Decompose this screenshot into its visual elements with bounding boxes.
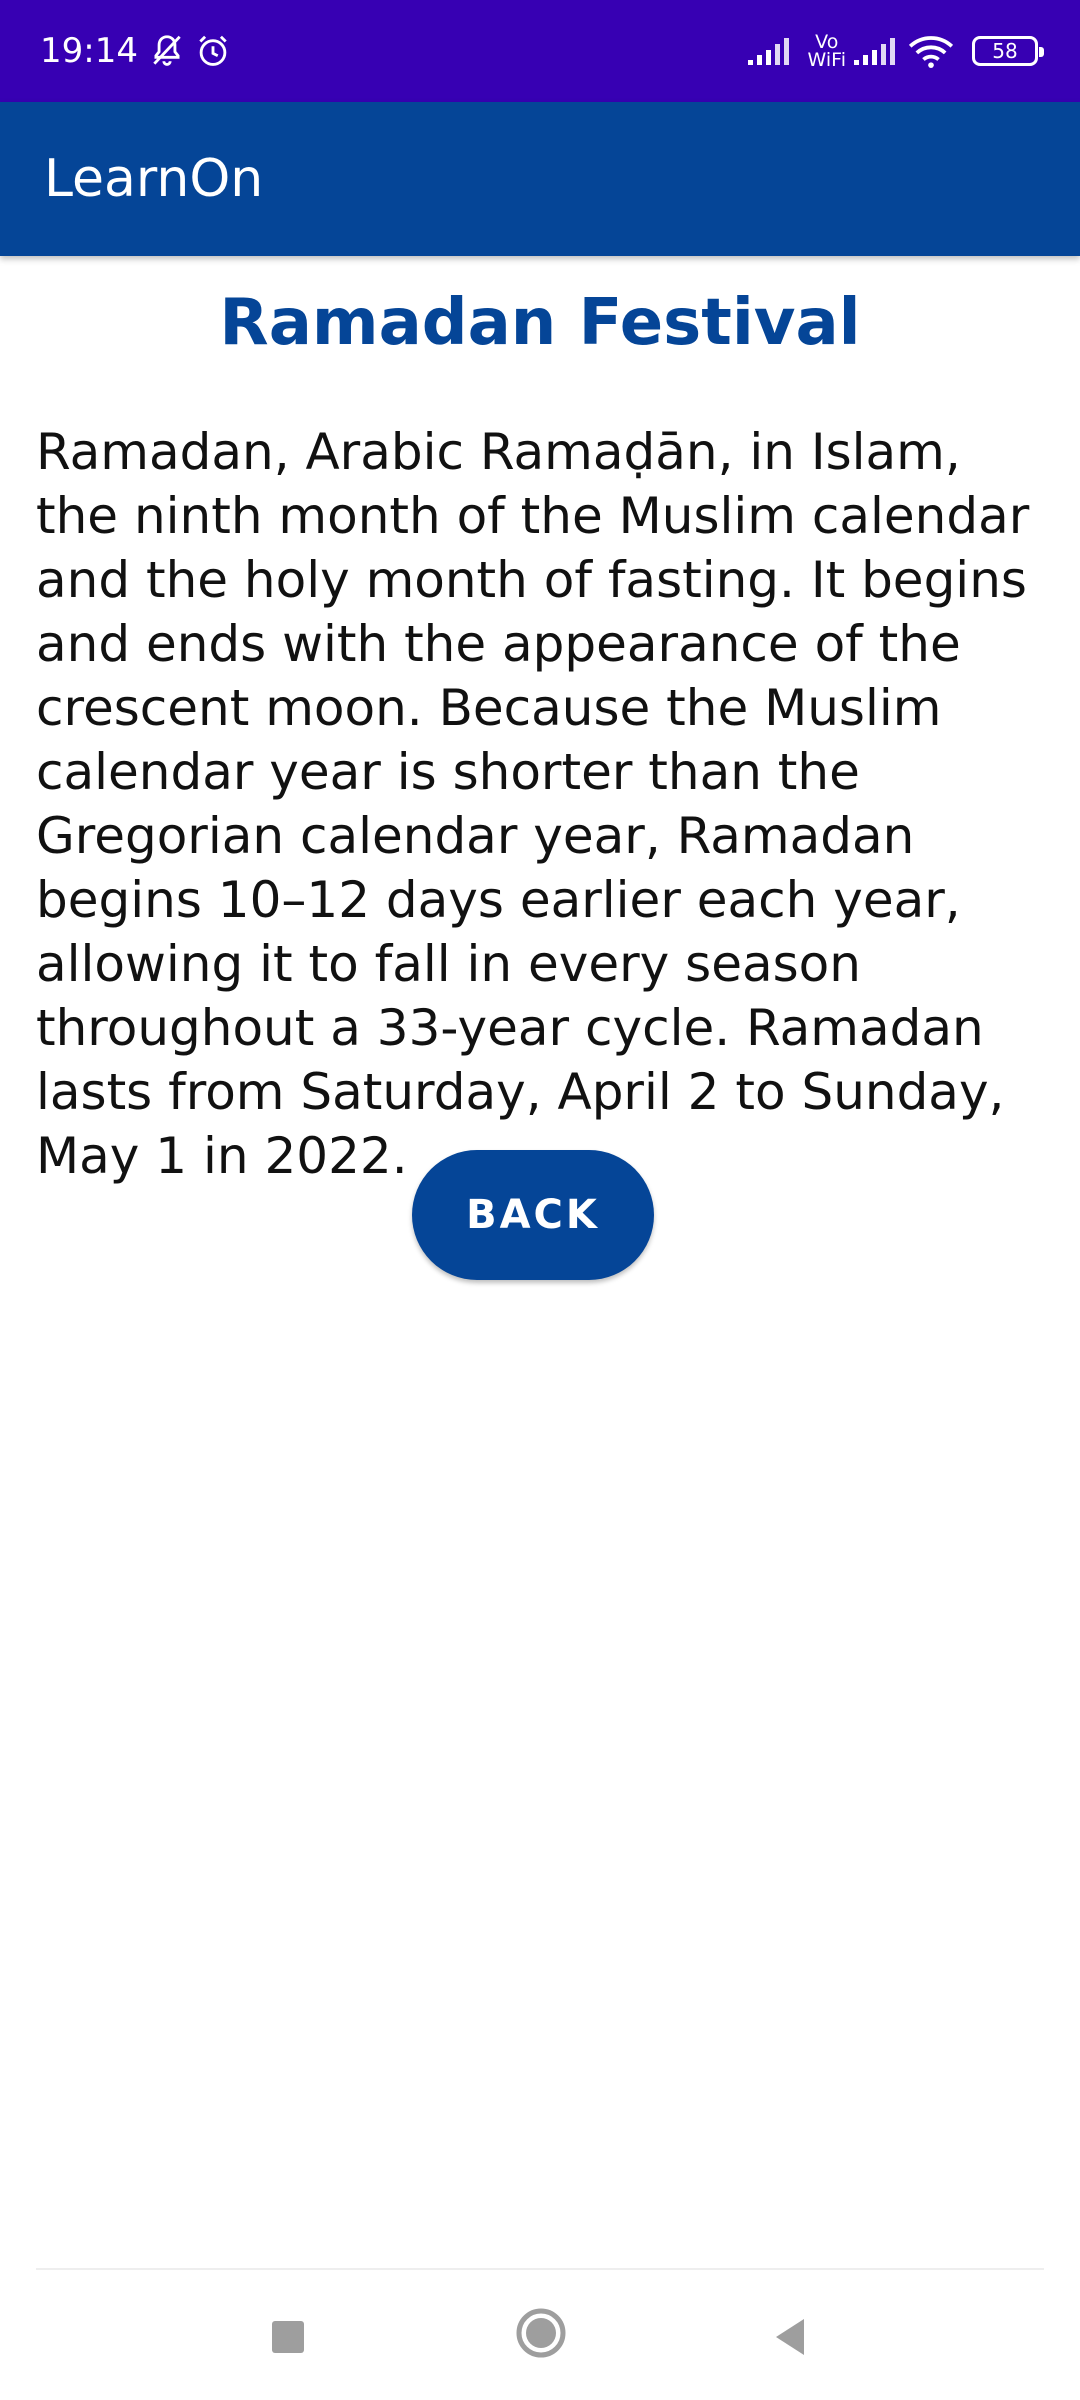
status-left: 19:14	[40, 31, 240, 71]
home-icon[interactable]	[508, 2300, 574, 2366]
page-title: Ramadan Festival	[219, 286, 861, 360]
muted-bell-icon	[148, 32, 186, 70]
recent-apps-icon[interactable]	[254, 2308, 322, 2366]
signal-icon	[746, 36, 794, 66]
article-body: Ramadan, Arabic Ramaḍān, in Islam, the n…	[36, 423, 1030, 1185]
app-title: LearnOn	[44, 149, 264, 209]
navigation-bar	[0, 2270, 1080, 2400]
vowifi-icon: Vo WiFi	[807, 33, 846, 71]
wifi-icon	[908, 34, 954, 68]
back-icon[interactable]	[756, 2308, 824, 2366]
app-bar: LearnOn	[0, 102, 1080, 256]
status-time: 19:14	[40, 31, 138, 71]
status-bar: 19:14 Vo WiFi 58	[0, 0, 1080, 102]
vowifi-bottom-label: WiFi	[807, 49, 846, 71]
screen: 19:14 Vo WiFi 58 LearnOn Ramadan Festiva…	[0, 0, 1080, 2400]
back-button[interactable]: BACK	[412, 1150, 654, 1280]
battery-icon: 58	[972, 36, 1044, 66]
alarm-icon	[194, 32, 232, 70]
battery-level: 58	[992, 39, 1018, 63]
signal-icon	[852, 36, 900, 66]
status-right: Vo WiFi 58	[746, 33, 1044, 71]
